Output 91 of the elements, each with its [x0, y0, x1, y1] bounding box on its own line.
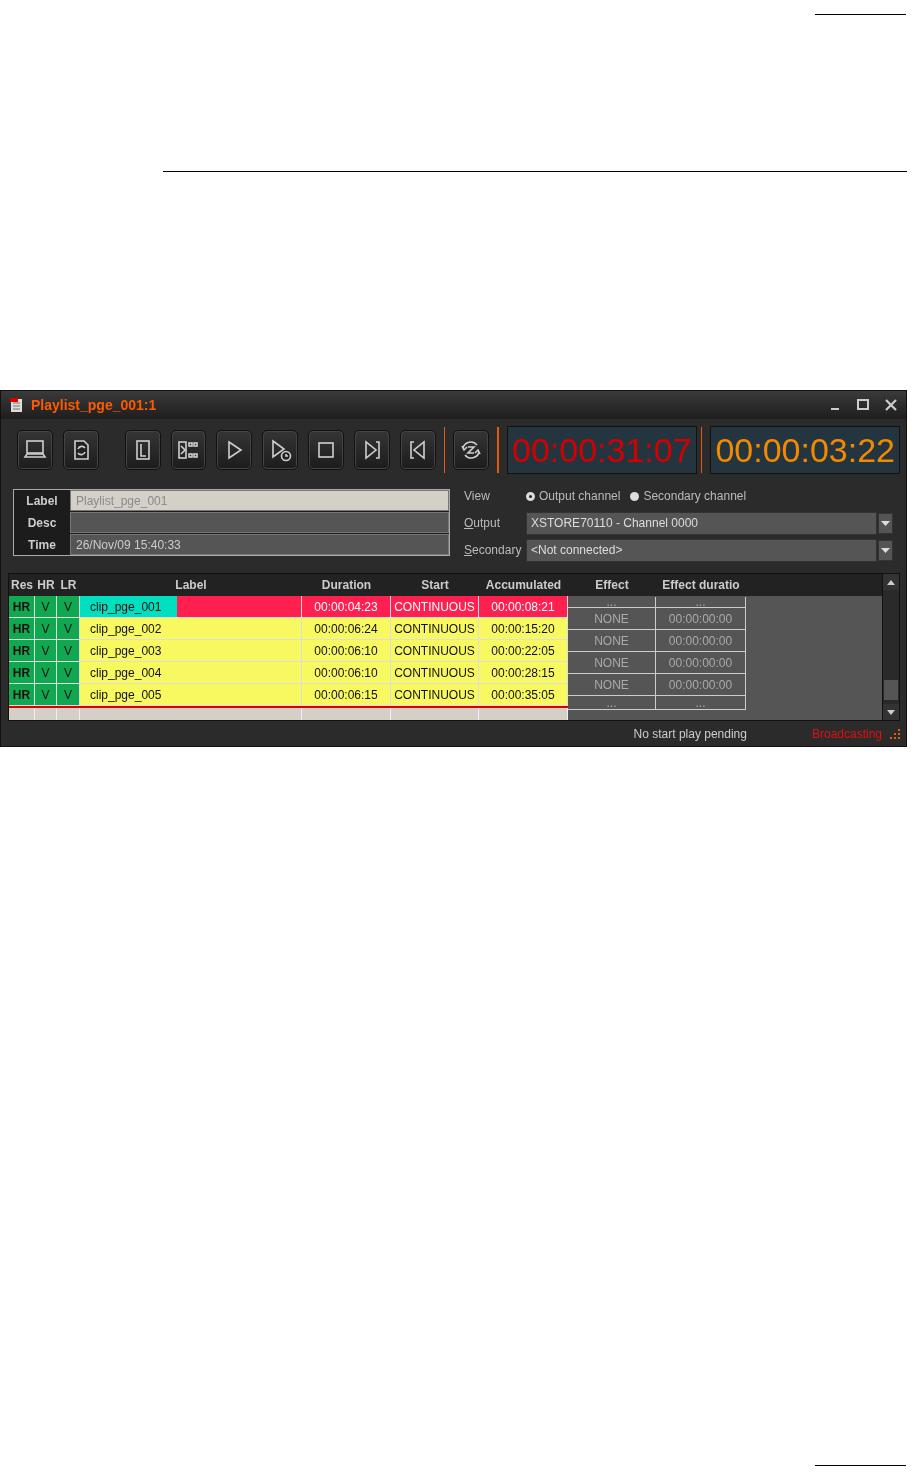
table-cell: 00:00:00:00	[656, 674, 746, 696]
window-title: Playlist_pge_001:1	[31, 397, 158, 413]
scheduled-play-button[interactable]	[262, 430, 299, 470]
scroll-thumb[interactable]	[884, 680, 898, 700]
table-cell: V	[57, 662, 80, 684]
table-cell: NONE	[568, 630, 656, 652]
sync-button[interactable]	[453, 430, 490, 470]
scroll-up-icon	[887, 579, 895, 585]
table-cell: V	[57, 684, 80, 706]
play-grid-button[interactable]	[170, 430, 207, 470]
skip-back-button[interactable]	[399, 430, 436, 470]
dropdown-field[interactable]: XSTORE70110 - Channel 0000	[526, 511, 877, 535]
field-label: Output	[464, 516, 502, 530]
table-cell: 00:00:06:24	[302, 618, 391, 640]
table-cell: V	[57, 596, 80, 618]
field-label: Time	[27, 536, 57, 554]
table-cell[interactable]: clip_pge_001	[80, 596, 302, 618]
table-cell: CONTINUOUS	[391, 684, 479, 706]
table-cell: 00:00:15:20	[479, 618, 568, 640]
caret-icon	[881, 520, 890, 526]
table-cell[interactable]: clip_pge_002	[80, 618, 302, 640]
table-cell: ...	[568, 597, 656, 608]
table-cell: V	[35, 618, 57, 640]
table-cell: V	[35, 662, 57, 684]
table-cell: 00:00:06:10	[302, 640, 391, 662]
table-cell: CONTINUOUS	[391, 596, 479, 618]
status-message: No start play pending	[633, 727, 747, 741]
table-cell: V	[35, 684, 57, 706]
field-label: Label	[25, 492, 59, 510]
table-cell: HR	[9, 662, 35, 684]
field-label: View	[464, 489, 491, 503]
dropdown-field[interactable]: <Not connected>	[526, 538, 877, 562]
table-cell: HR	[9, 684, 35, 706]
dropdown-button[interactable]	[878, 512, 893, 534]
stop-button[interactable]	[308, 430, 344, 470]
minimize-icon	[831, 408, 839, 410]
table-cell: CONTINUOUS	[391, 618, 479, 640]
table-cell: 00:00:35:05	[479, 684, 568, 706]
table-cell: 00:00:28:15	[479, 662, 568, 684]
refresh-document-button[interactable]	[62, 430, 99, 470]
table-cell[interactable]: clip_pge_003	[80, 640, 302, 662]
table-cell: V	[57, 640, 80, 662]
table-cell: 00:00:06:15	[302, 684, 391, 706]
table-cell: V	[35, 640, 57, 662]
caret-icon	[881, 547, 890, 553]
table-cell: HR	[9, 596, 35, 618]
maximize-button[interactable]	[856, 398, 870, 412]
table-cell: CONTINUOUS	[391, 662, 479, 684]
table-cell: HR	[9, 618, 35, 640]
radio-option[interactable]: Secondary channel	[630, 489, 747, 503]
table-cell: ...	[656, 696, 746, 710]
table-cell: CONTINUOUS	[391, 640, 479, 662]
document-icon	[9, 397, 25, 413]
skip-forward-button[interactable]	[353, 430, 390, 470]
table-cell: 00:00:06:10	[302, 662, 391, 684]
monitor-button[interactable]	[17, 430, 53, 470]
resize-grip-icon	[890, 729, 900, 739]
scrollbar[interactable]	[882, 574, 899, 720]
table-cell: ...	[568, 696, 656, 710]
maximize-icon	[856, 398, 870, 412]
table-cell: NONE	[568, 674, 656, 696]
bracket-button[interactable]	[124, 430, 161, 470]
table-cell[interactable]: clip_pge_004	[80, 662, 302, 684]
field-label: Desc	[26, 514, 58, 532]
text-field[interactable]	[70, 512, 449, 533]
scroll-down-icon	[887, 709, 895, 715]
table-cell: 00:00:00:00	[656, 608, 746, 630]
dropdown-button[interactable]	[878, 539, 893, 561]
table-cell: 00:00:00:00	[656, 630, 746, 652]
timecode-display: 00:00:31:07	[507, 426, 697, 474]
status-text: Broadcasting	[811, 727, 882, 741]
sync-icon	[459, 438, 484, 462]
table-cell[interactable]: clip_pge_005	[80, 684, 302, 706]
close-icon	[884, 398, 898, 412]
table-cell: NONE	[568, 652, 656, 674]
table-cell: 00:00:00:00	[656, 652, 746, 674]
table-cell: V	[57, 618, 80, 640]
table-cell: V	[35, 596, 57, 618]
table-cell: HR	[9, 640, 35, 662]
radio-option[interactable]: Output channel	[526, 489, 621, 503]
table-cell: 00:00:22:05	[479, 640, 568, 662]
table-cell: 00:00:04:23	[302, 596, 391, 618]
play-button[interactable]	[216, 430, 253, 470]
table-cell: 00:00:08:21	[479, 596, 568, 618]
field-label: Secondary	[464, 543, 523, 557]
table-cell: ...	[656, 597, 746, 608]
play-grid-icon	[176, 438, 201, 462]
text-field[interactable]: 26/Nov/09 15:40:33	[70, 534, 449, 555]
timecode-display: 00:00:03:22	[710, 426, 901, 474]
table-cell: NONE	[568, 608, 656, 630]
close-button[interactable]	[884, 398, 898, 412]
